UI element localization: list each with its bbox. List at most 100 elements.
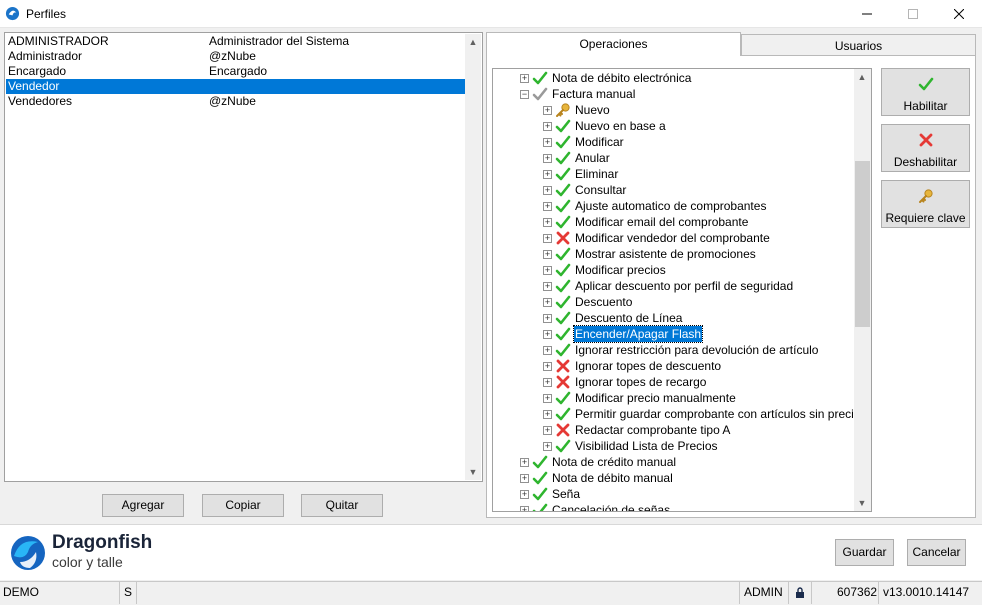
expand-icon[interactable]: + (543, 378, 552, 387)
tree-node[interactable]: + Mostrar asistente de promociones (543, 246, 855, 262)
expand-icon[interactable]: + (543, 138, 552, 147)
profile-row[interactable]: Encargado Encargado (6, 64, 465, 79)
operations-tree[interactable]: + Nota de débito electrónica − Factura manu… (492, 68, 872, 512)
minimize-button[interactable] (844, 0, 890, 28)
habilitar-label: Habilitar (903, 99, 948, 113)
expand-icon[interactable]: + (543, 330, 552, 339)
expand-icon[interactable]: + (543, 346, 552, 355)
profile-list[interactable]: ADMINISTRADOR Administrador del Sistema … (4, 32, 483, 482)
partial-check-icon (532, 86, 548, 102)
tree-node[interactable]: + Modificar precio manualmente (543, 390, 855, 406)
tab-operaciones[interactable]: Operaciones (486, 32, 741, 56)
close-button[interactable] (936, 0, 982, 28)
scroll-thumb[interactable] (855, 161, 870, 327)
expand-icon[interactable]: + (543, 426, 552, 435)
scroll-down-icon[interactable]: ▼ (465, 464, 481, 480)
scroll-up-icon[interactable]: ▲ (465, 34, 481, 50)
tree-node-label: Nota de crédito manual (552, 455, 677, 469)
profile-row[interactable]: ADMINISTRADOR Administrador del Sistema (6, 34, 465, 49)
scroll-down-icon[interactable]: ▼ (854, 495, 870, 511)
profile-name: Administrador (8, 49, 83, 63)
tree-node[interactable]: + Anular (543, 150, 855, 166)
tree-node[interactable]: + Ignorar restricción para devolución de … (543, 342, 855, 358)
expand-icon[interactable]: + (543, 266, 552, 275)
collapse-icon[interactable]: − (520, 90, 529, 99)
expand-icon[interactable]: + (520, 74, 529, 83)
tree-node[interactable]: + Redactar comprobante tipo A (543, 422, 855, 438)
tree-node[interactable]: + Descuento (543, 294, 855, 310)
cancelar-button[interactable]: Cancelar (907, 539, 966, 566)
expand-icon[interactable]: + (543, 410, 552, 419)
deshabilitar-button[interactable]: Deshabilitar (881, 124, 970, 172)
tree-node-label: Aplicar descuento por perfil de segurida… (575, 279, 794, 293)
tree-node[interactable]: + Aplicar descuento por perfil de segurid… (543, 278, 855, 294)
tree-node-label: Eliminar (575, 167, 619, 181)
tree-node[interactable]: + Cancelación de señas (520, 502, 850, 511)
tree-node[interactable]: + Consultar (543, 182, 855, 198)
tree-node-label: Encender/Apagar Flash (572, 325, 704, 343)
deshabilitar-label: Deshabilitar (893, 155, 958, 169)
expand-icon[interactable]: + (543, 122, 552, 131)
expand-icon[interactable]: + (543, 234, 552, 243)
habilitar-button[interactable]: Habilitar (881, 68, 970, 116)
profile-list-scrollbar[interactable]: ▲ ▼ (465, 34, 481, 480)
tree-node-label: Consultar (575, 183, 627, 197)
check-icon (532, 486, 548, 502)
tree-node-label: Nota de débito electrónica (552, 71, 692, 85)
expand-icon[interactable]: + (543, 394, 552, 403)
tree-node[interactable]: + Visibilidad Lista de Precios (543, 438, 855, 454)
app-icon (5, 6, 20, 21)
tree-node[interactable]: + Seña (520, 486, 850, 502)
expand-icon[interactable]: + (543, 314, 552, 323)
tree-node[interactable]: + Ajuste automatico de comprobantes (543, 198, 855, 214)
expand-icon[interactable]: + (543, 362, 552, 371)
tree-node[interactable]: + Nuevo en base a (543, 118, 855, 134)
check-icon (532, 502, 548, 511)
tree-node[interactable]: + Modificar vendedor del comprobante (543, 230, 855, 246)
expand-icon[interactable]: + (543, 282, 552, 291)
tree-node[interactable]: + Ignorar topes de recargo (543, 374, 855, 390)
expand-icon[interactable]: + (543, 170, 552, 179)
quitar-button[interactable]: Quitar (301, 494, 383, 517)
expand-icon[interactable]: + (543, 442, 552, 451)
agregar-button[interactable]: Agregar (102, 494, 184, 517)
tree-node[interactable]: + Permitir guardar comprobante con artícu… (543, 406, 855, 422)
tree-node[interactable]: + Eliminar (543, 166, 855, 182)
profile-row[interactable]: Administrador @zNube (6, 49, 465, 64)
tree-node[interactable]: + Modificar (543, 134, 855, 150)
status-lock (790, 582, 812, 604)
tree-node[interactable]: + Ignorar topes de descuento (543, 358, 855, 374)
expand-icon[interactable]: + (520, 474, 529, 483)
tree-node[interactable]: + Modificar email del comprobante (543, 214, 855, 230)
expand-icon[interactable]: + (520, 490, 529, 499)
expand-icon[interactable]: + (520, 506, 529, 511)
copiar-button[interactable]: Copiar (202, 494, 284, 517)
tree-node[interactable]: + Nota de crédito manual (520, 454, 850, 470)
expand-icon[interactable]: + (543, 298, 552, 307)
tree-node[interactable]: − Factura manual (520, 86, 850, 102)
expand-icon[interactable]: + (543, 250, 552, 259)
tree-node[interactable]: + Descuento de Línea (543, 310, 855, 326)
maximize-button[interactable] (890, 0, 936, 28)
scroll-up-icon[interactable]: ▲ (854, 69, 870, 85)
profile-row-selected[interactable]: Vendedor (6, 79, 465, 94)
tree-node[interactable]: + Nota de débito manual (520, 470, 850, 486)
tree-scrollbar[interactable]: ▲ ▼ (854, 69, 871, 511)
expand-icon[interactable]: + (543, 218, 552, 227)
check-icon (555, 262, 571, 278)
tree-node[interactable]: + Modificar precios (543, 262, 855, 278)
expand-icon[interactable]: + (543, 106, 552, 115)
tree-node[interactable]: + Encender/Apagar Flash (543, 325, 855, 343)
guardar-button[interactable]: Guardar (835, 539, 894, 566)
profile-row[interactable]: Vendedores @zNube (6, 94, 465, 109)
expand-icon[interactable]: + (543, 202, 552, 211)
requiere-clave-button[interactable]: Requiere clave (881, 180, 970, 228)
check-icon (555, 246, 571, 262)
expand-icon[interactable]: + (520, 458, 529, 467)
expand-icon[interactable]: + (543, 154, 552, 163)
tree-node[interactable]: + Nota de débito electrónica (520, 70, 850, 86)
expand-icon[interactable]: + (543, 186, 552, 195)
tab-usuarios[interactable]: Usuarios (741, 34, 976, 56)
check-icon (555, 326, 571, 342)
tree-node[interactable]: + Nuevo (543, 102, 855, 118)
